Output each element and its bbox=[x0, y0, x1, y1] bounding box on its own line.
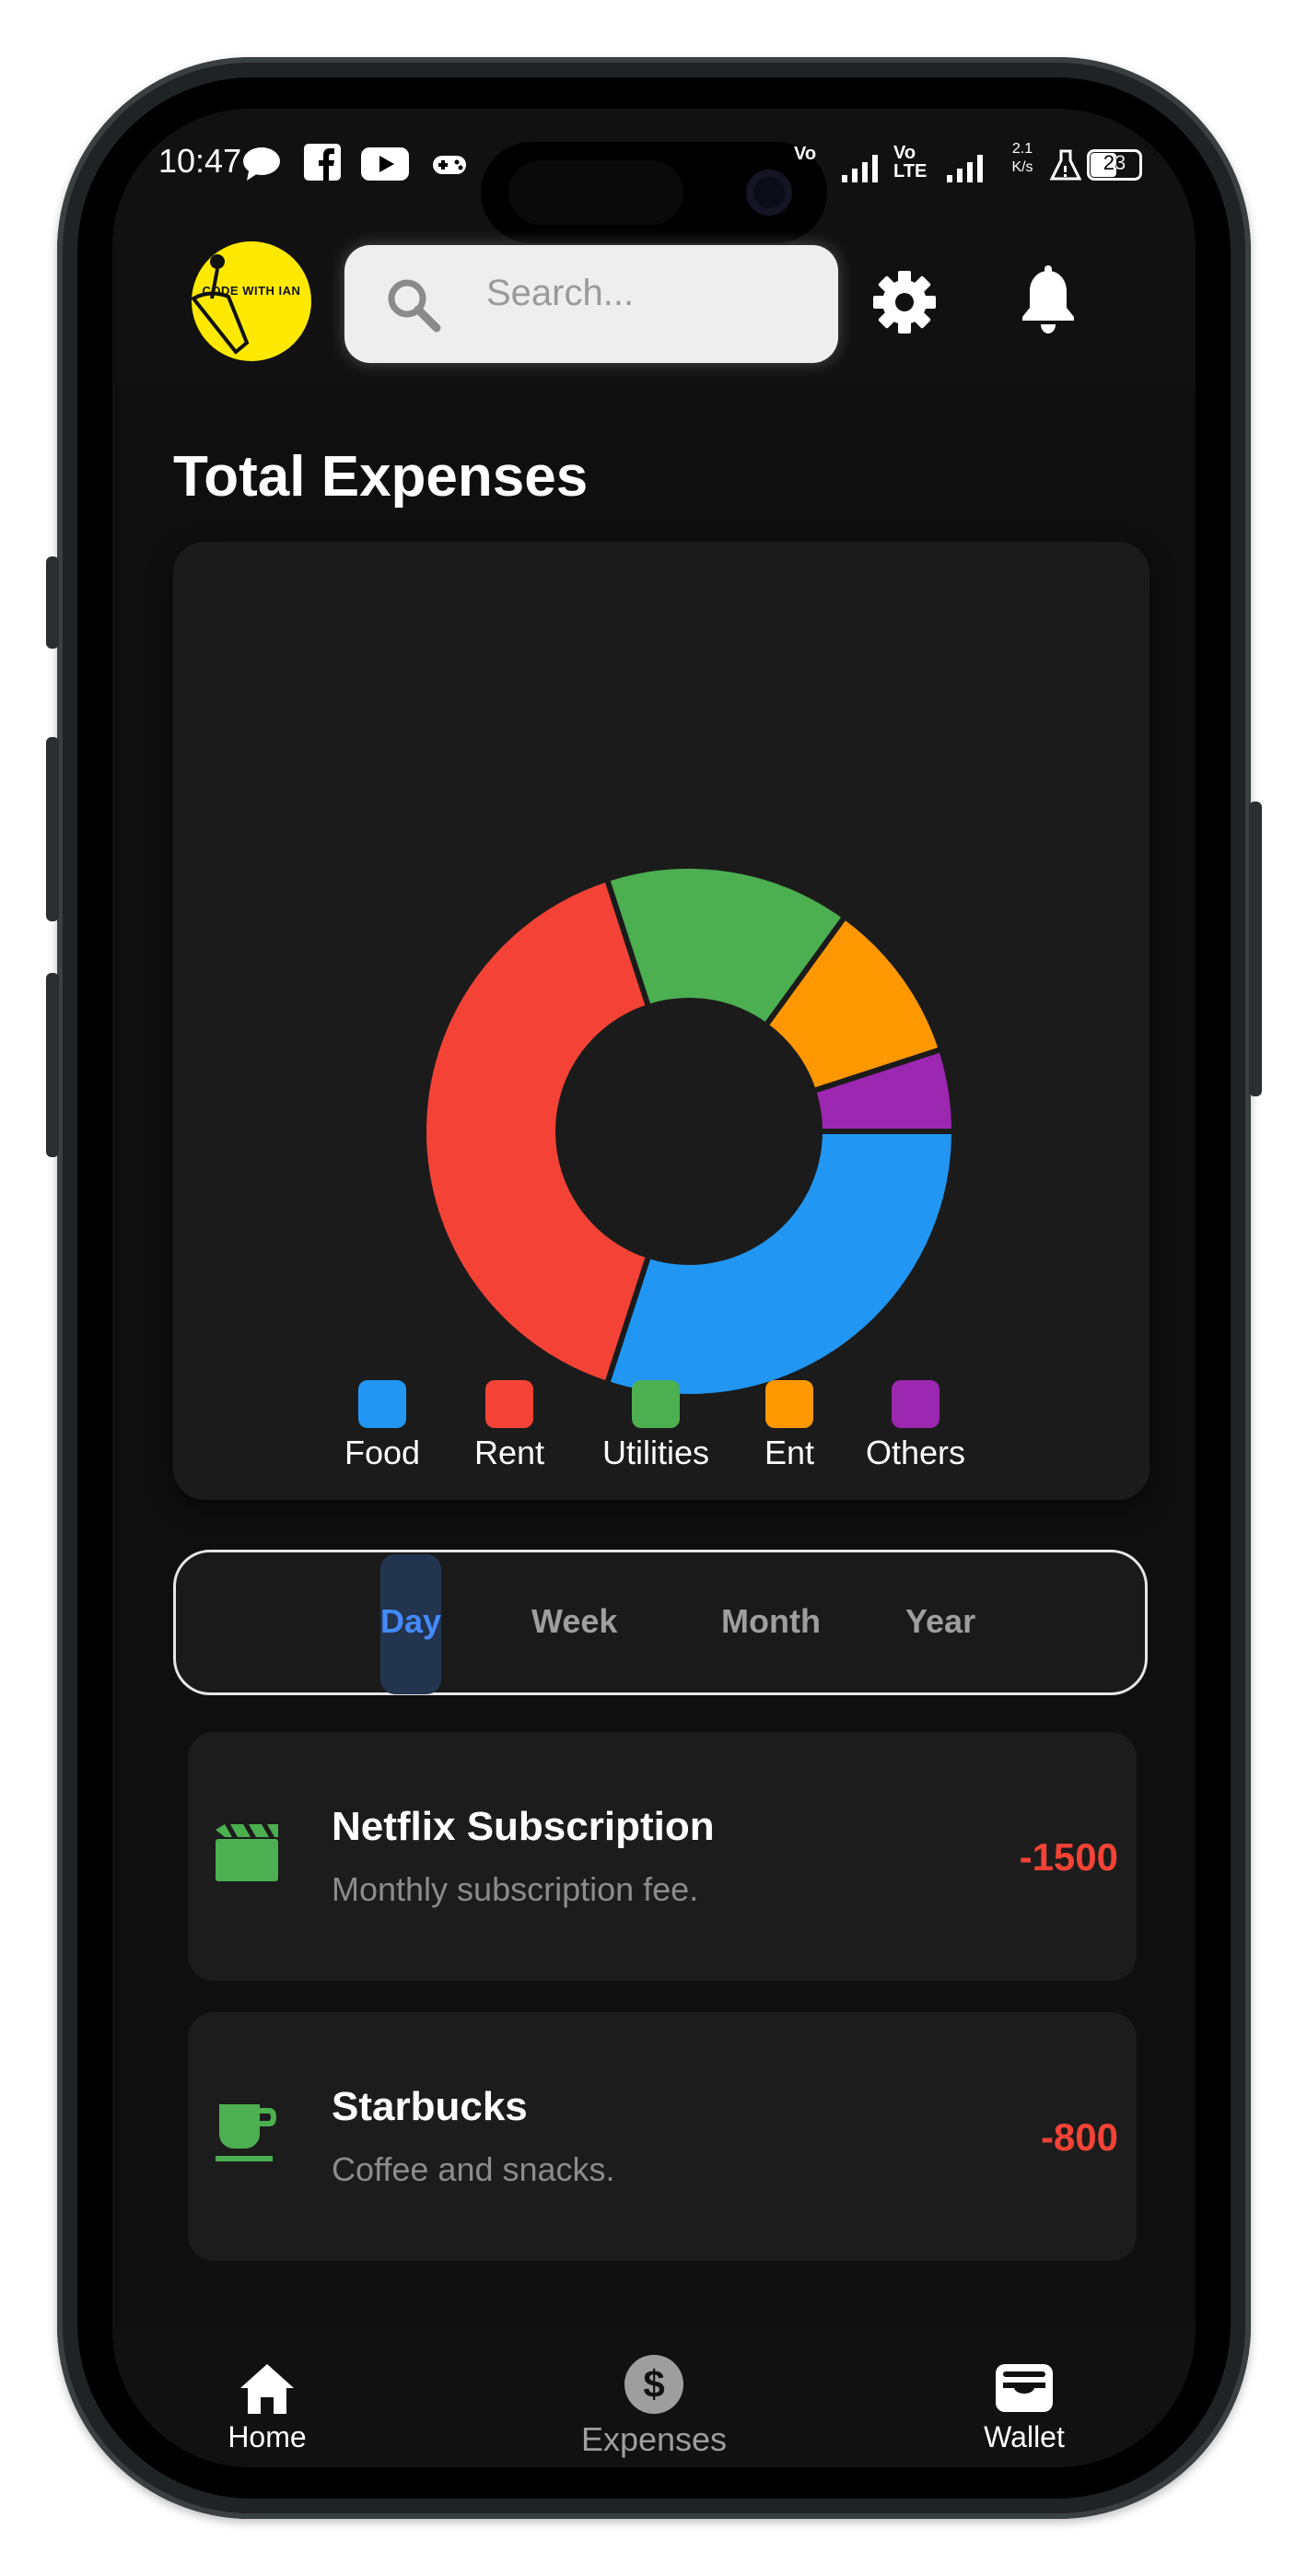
nav-label-home: Home bbox=[228, 2420, 307, 2453]
carrier-2-label: Vo LTE bbox=[893, 143, 928, 181]
power-button bbox=[1249, 802, 1262, 1096]
legend-swatch-utilities bbox=[632, 1380, 680, 1428]
tab-month[interactable]: Month bbox=[721, 1602, 821, 1641]
legend-label-others: Others bbox=[865, 1434, 966, 1471]
expenses-donut-chart bbox=[421, 863, 958, 1399]
battery-level: 23 bbox=[1103, 151, 1126, 174]
expense-item-starbucks[interactable]: Starbucks Coffee and snacks. -800 bbox=[188, 2012, 1137, 2261]
chart-legend: Food Rent Utilities Ent Others bbox=[173, 1380, 1149, 1481]
tab-year[interactable]: Year bbox=[905, 1602, 975, 1641]
nav-item-expenses[interactable]: $ Expenses bbox=[551, 2353, 757, 2459]
nav-item-home[interactable]: Home bbox=[193, 2360, 341, 2454]
svg-text:$: $ bbox=[643, 2362, 664, 2406]
nav-item-wallet[interactable]: Wallet bbox=[951, 2360, 1098, 2454]
legend-item-others: Others bbox=[858, 1380, 973, 1472]
network-speed: 2.1 K/s bbox=[1011, 141, 1033, 175]
expenses-chart-card: Food Rent Utilities Ent Others bbox=[173, 542, 1149, 1500]
tab-week[interactable]: Week bbox=[531, 1602, 617, 1641]
chat-notification-icon bbox=[243, 147, 280, 181]
facebook-notification-icon bbox=[304, 144, 341, 181]
period-selector: Day Week Month Year bbox=[173, 1550, 1148, 1695]
legend-swatch-others bbox=[892, 1380, 939, 1428]
legend-item-food: Food bbox=[343, 1380, 422, 1472]
gear-icon[interactable] bbox=[868, 265, 941, 339]
front-camera bbox=[746, 170, 792, 216]
donut-slice-food bbox=[603, 1129, 958, 1399]
legend-item-rent: Rent bbox=[470, 1380, 549, 1472]
coffee-cup-icon bbox=[216, 2104, 276, 2161]
search-placeholder: Search... bbox=[486, 273, 635, 313]
expense-amount: -1500 bbox=[1019, 1835, 1118, 1879]
bottom-navigation: Home $ Expenses Wallet bbox=[112, 2327, 1196, 2467]
app-screen: 10:47 Vo Vo LTE 2.1 K/s 23 CODE WITH IAN… bbox=[112, 109, 1196, 2467]
profile-avatar[interactable]: CODE WITH IAN bbox=[192, 241, 311, 361]
expense-description: Coffee and snacks. bbox=[332, 2150, 615, 2188]
dynamic-island-sensor bbox=[508, 160, 683, 225]
volume-down-button bbox=[46, 973, 59, 1157]
expense-description: Monthly subscription fee. bbox=[332, 1870, 699, 1908]
search-icon bbox=[388, 279, 441, 333]
donut-slice-rent bbox=[421, 875, 652, 1388]
signal-strength-1-icon bbox=[842, 155, 878, 182]
legend-item-ent: Ent bbox=[757, 1380, 822, 1472]
expense-item-netflix[interactable]: Netflix Subscription Monthly subscriptio… bbox=[188, 1732, 1137, 1981]
signal-strength-2-icon bbox=[947, 155, 983, 182]
legend-item-utilities: Utilities bbox=[591, 1380, 720, 1472]
logo-text: CODE WITH IAN bbox=[202, 284, 301, 298]
legend-label-utilities: Utilities bbox=[601, 1434, 709, 1471]
nav-label-wallet: Wallet bbox=[984, 2420, 1065, 2453]
volume-up-button bbox=[46, 737, 59, 921]
home-icon bbox=[240, 2364, 294, 2414]
expense-title: Starbucks bbox=[332, 2084, 528, 2129]
microphone-logo-icon bbox=[192, 254, 250, 355]
expense-title: Netflix Subscription bbox=[332, 1804, 715, 1849]
youtube-notification-icon bbox=[361, 147, 409, 181]
legend-swatch-ent bbox=[765, 1380, 813, 1428]
wallet-icon bbox=[996, 2364, 1053, 2412]
game-controller-icon bbox=[433, 156, 466, 174]
page-title: Total Expenses bbox=[173, 445, 589, 509]
legend-label-rent: Rent bbox=[473, 1434, 545, 1471]
legend-label-ent: Ent bbox=[764, 1434, 815, 1471]
search-input[interactable]: Search... bbox=[344, 245, 838, 363]
legend-swatch-food bbox=[358, 1380, 406, 1428]
tab-day[interactable]: Day bbox=[380, 1602, 441, 1641]
carrier-1-label: Vo bbox=[794, 144, 817, 164]
legend-label-food: Food bbox=[344, 1434, 421, 1471]
legend-swatch-rent bbox=[485, 1380, 533, 1428]
lab-flask-icon bbox=[1050, 149, 1081, 181]
movie-clapper-icon bbox=[216, 1824, 278, 1881]
dollar-icon: $ bbox=[624, 2355, 683, 2414]
status-time: 10:47 bbox=[158, 142, 242, 180]
action-button bbox=[46, 556, 59, 649]
notification-bell-icon[interactable] bbox=[1011, 263, 1085, 337]
expense-amount: -800 bbox=[1040, 2115, 1118, 2159]
nav-label-expenses: Expenses bbox=[580, 2420, 728, 2458]
